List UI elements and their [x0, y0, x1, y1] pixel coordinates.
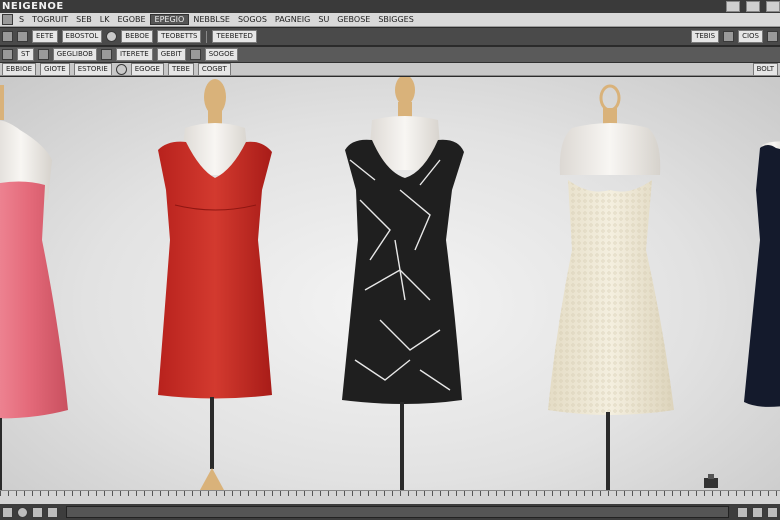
toolbar1-field-1[interactable]: EBOSTOL: [61, 30, 103, 43]
cream-lace-dress-mannequin[interactable]: [548, 84, 674, 490]
toolbar2-field-4[interactable]: SOGOE: [204, 48, 239, 61]
gear-icon[interactable]: [17, 506, 28, 518]
menu-item-10[interactable]: GEBOSE: [333, 15, 374, 24]
mannequin-pole: [606, 412, 610, 490]
toolbar3-field-0[interactable]: EBBIOE: [2, 63, 37, 75]
toolbar1-field-0[interactable]: EETE: [32, 30, 58, 43]
title-bar: NEIGENOE: [0, 0, 780, 13]
toolbar1-field-2[interactable]: BEBOE: [121, 30, 154, 43]
toolbar1-field-6[interactable]: CIOS: [738, 30, 763, 43]
maximize-icon[interactable]: [746, 1, 760, 12]
minimize-icon[interactable]: [726, 1, 740, 12]
navy-dress: [744, 145, 780, 407]
toolbar3-field-2[interactable]: ESTORIE: [73, 63, 112, 75]
main-toolbar: EETE EBOSTOL BEBOE TEOBETTS TEEBETED TEB…: [0, 28, 780, 46]
toolbar1-field-5[interactable]: TEBIS: [691, 30, 720, 43]
canvas-artwork: [0, 77, 780, 490]
toolbar3-field-5[interactable]: COGBT: [197, 63, 231, 75]
crop-tool-icon[interactable]: [100, 49, 112, 60]
black-print-dress-mannequin[interactable]: [342, 77, 464, 490]
mannequin-pole: [0, 418, 2, 490]
lock-icon[interactable]: [752, 506, 763, 518]
mannequin-pole: [210, 397, 214, 469]
menu-item-1[interactable]: TOGRUIT: [28, 15, 72, 24]
menu-item-7[interactable]: SOGOS: [234, 15, 271, 24]
play-icon[interactable]: [2, 506, 13, 518]
menu-item-3[interactable]: LK: [96, 15, 114, 24]
grid-icon[interactable]: [47, 506, 58, 518]
toolbar1-field-3[interactable]: TEOBETTS: [157, 30, 202, 43]
navy-dress-mannequin[interactable]: [744, 141, 780, 407]
secondary-toolbar: ST GEGLIBOB ITERETE GEBIT SOGOE: [0, 47, 780, 63]
menu-item-0[interactable]: S: [15, 15, 28, 24]
red-dress-mannequin[interactable]: [158, 79, 272, 490]
mannequin-finial: [204, 79, 226, 115]
toolbar2-field-1[interactable]: GEGLIBOB: [52, 48, 97, 61]
separator: [206, 30, 208, 43]
menu-item-2[interactable]: SEB: [72, 15, 96, 24]
menu-item-6[interactable]: NEBBLSE: [189, 15, 234, 24]
close-icon[interactable]: [766, 1, 780, 12]
anchor-marker-icon[interactable]: [704, 474, 718, 488]
zoom-icon[interactable]: [723, 31, 735, 42]
move-tool-icon[interactable]: [37, 49, 49, 60]
menu-item-4[interactable]: EGOBE: [113, 15, 149, 24]
toolbar2-field-0[interactable]: ST: [17, 48, 34, 61]
brush-tool-icon[interactable]: [189, 49, 201, 60]
pink-dress: [0, 181, 68, 419]
menu-item-11[interactable]: SBIGGES: [374, 15, 417, 24]
mannequin-finial: [599, 84, 621, 112]
toolbar3-field-3[interactable]: EGOGE: [130, 63, 164, 75]
toolbar3-field-6[interactable]: BOLT: [752, 63, 778, 75]
menu-item-9[interactable]: SU: [314, 15, 333, 24]
toolbar3-field-1[interactable]: GIOTE: [40, 63, 70, 75]
status-bar: [0, 504, 780, 520]
pin-icon[interactable]: [737, 506, 748, 518]
window-title: NEIGENOE: [2, 1, 64, 12]
toolbar1-field-4[interactable]: TEEBETED: [212, 30, 257, 43]
options-bar: EBBIOE GIOTE ESTORIE EGOGE TEBE COGBT BO…: [0, 63, 780, 76]
toolbar2-field-2[interactable]: ITERETE: [115, 48, 153, 61]
timeline-scrollbar[interactable]: [66, 506, 729, 518]
timeline-ruler[interactable]: [0, 490, 780, 504]
export-icon[interactable]: [767, 506, 778, 518]
toolbar2-field-3[interactable]: GEBIT: [156, 48, 186, 61]
red-dress: [158, 141, 272, 399]
image-canvas[interactable]: [0, 77, 780, 490]
menu-bar: S TOGRUIT SEB LK EGOBE EPEGIO NEBBLSE SO…: [0, 13, 780, 27]
record-icon[interactable]: [106, 31, 118, 42]
layers-icon[interactable]: [32, 506, 43, 518]
mannequin-finial: [395, 77, 415, 105]
toolbar3-field-4[interactable]: TEBE: [167, 63, 194, 75]
menu-item-8[interactable]: PAGNEIG: [271, 15, 314, 24]
select-tool-icon[interactable]: [2, 49, 13, 60]
mannequin-base: [200, 468, 224, 490]
open-folder-icon[interactable]: [17, 31, 28, 42]
mannequin-torso: [559, 123, 661, 175]
gear-icon[interactable]: [767, 31, 778, 42]
pink-dress-mannequin[interactable]: [0, 85, 68, 490]
color-swatch-icon[interactable]: [115, 63, 127, 75]
menu-icon[interactable]: [2, 14, 13, 25]
mannequin-neck-cap: [0, 85, 4, 120]
mannequin-pole: [400, 402, 404, 490]
menu-item-5[interactable]: EPEGIO: [149, 14, 190, 25]
new-file-icon[interactable]: [2, 31, 13, 42]
